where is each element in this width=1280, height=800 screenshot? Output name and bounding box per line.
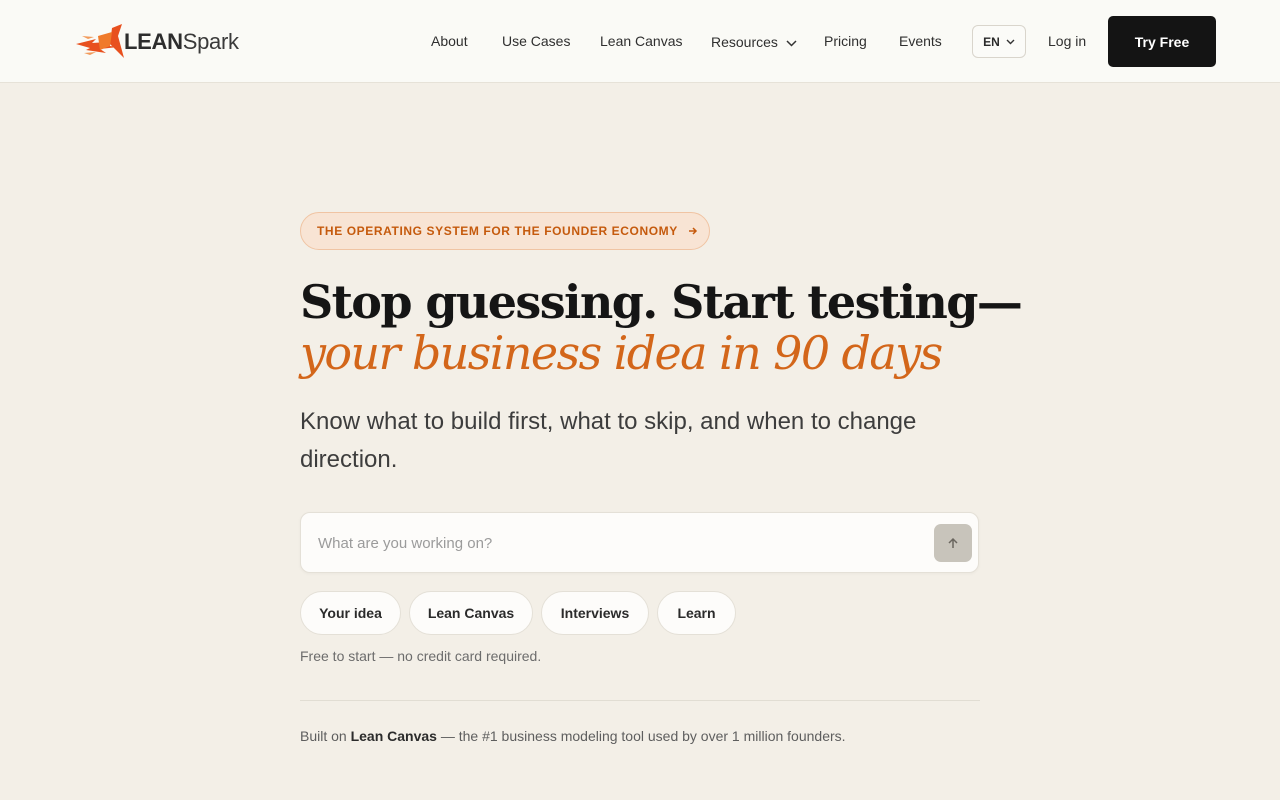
chip-learn[interactable]: Learn [657,591,736,635]
nav-resources[interactable]: Resources [711,34,797,50]
built-on-product: Lean Canvas [350,728,437,744]
logo-text-spark: Spark [182,29,239,54]
nav-resources-label: Resources [711,34,778,50]
built-on-prefix: Built on [300,728,351,744]
chip-lean-canvas[interactable]: Lean Canvas [409,591,533,635]
logo-text-lean: LEAN [124,29,183,54]
tagline-text: THE OPERATING SYSTEM FOR THE FOUNDER ECO… [317,224,678,238]
free-note: Free to start — no credit card required. [300,648,542,664]
arrow-right-icon [688,227,697,235]
headline-line-2: your business idea in 90 days [300,326,943,380]
divider [300,700,980,701]
arrow-up-icon [948,537,958,548]
chip-your-idea[interactable]: Your idea [300,591,401,635]
chip-interviews[interactable]: Interviews [541,591,649,635]
headline-line-1: Stop guessing. Start testing— [300,275,1023,329]
built-on-suffix: — the #1 business modeling tool used by … [436,728,846,744]
nav-events[interactable]: Events [899,33,942,49]
tagline-pill[interactable]: THE OPERATING SYSTEM FOR THE FOUNDER ECO… [300,212,710,250]
chevron-down-icon [1006,39,1015,44]
logo-wordmark: LEANSpark [124,29,239,55]
submit-button[interactable] [934,524,972,562]
chevron-down-icon [786,40,797,47]
nav-lean-canvas[interactable]: Lean Canvas [600,33,683,49]
idea-input[interactable] [318,531,918,555]
language-label: EN [983,34,1000,49]
nav-use-cases[interactable]: Use Cases [502,33,570,49]
site-header: LEANSpark About Use Cases Lean Canvas Re… [0,0,1280,83]
login-link[interactable]: Log in [1048,33,1086,49]
nav-about[interactable]: About [431,33,468,49]
rocket-spark-logo-icon [76,24,124,58]
built-on-text: Built on Lean Canvas — the #1 business m… [300,728,846,744]
nav-pricing[interactable]: Pricing [824,33,867,49]
leanspark-logo[interactable]: LEANSpark [64,16,254,66]
idea-search-box [300,512,979,573]
language-selector[interactable]: EN [972,25,1026,58]
try-free-button[interactable]: Try Free [1108,16,1216,67]
subheadline: Know what to build first, what to skip, … [300,408,917,473]
